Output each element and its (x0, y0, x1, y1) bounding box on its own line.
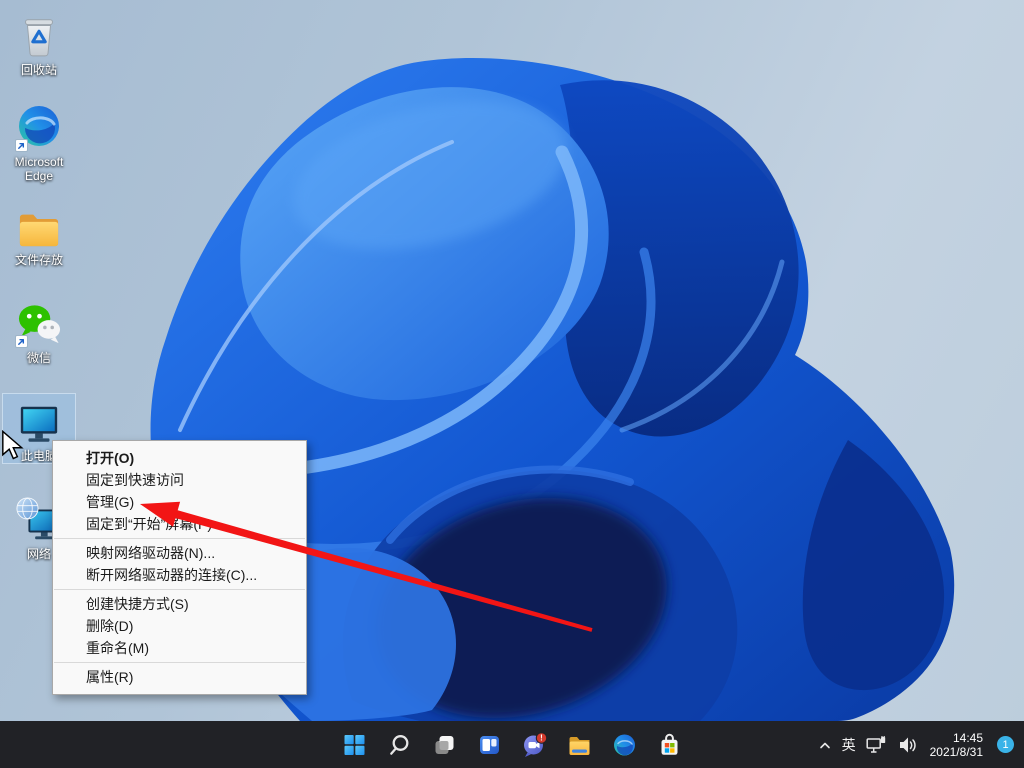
desktop-icon-label: Microsoft Edge (14, 155, 64, 183)
taskbar-center-group: ! (342, 721, 683, 768)
network-tray-icon[interactable] (866, 735, 888, 754)
system-tray: 英 14:45 2021/8/31 1 (818, 721, 1014, 768)
desktop-icon-files[interactable]: 文件存放 (3, 198, 75, 267)
menu-item-rename[interactable]: 重命名(M) (53, 637, 306, 659)
menu-item-pin-quick-access[interactable]: 固定到快速访问 (53, 469, 306, 491)
shortcut-arrow-icon (15, 335, 28, 348)
search-icon (390, 734, 409, 755)
language-indicator[interactable]: 英 (842, 735, 856, 755)
taskbar: ! 英 14:45 2021/8/31 1 (0, 721, 1024, 768)
task-view-button[interactable] (432, 732, 458, 758)
widgets-icon (480, 735, 499, 754)
folder-icon (3, 200, 75, 250)
volume-icon[interactable] (898, 736, 918, 754)
store-icon (661, 733, 678, 755)
desktop-icon-edge[interactable]: Microsoft Edge (3, 100, 75, 183)
clock[interactable]: 14:45 2021/8/31 (930, 731, 983, 759)
edge-icon (3, 102, 75, 152)
desktop-icon-label: 微信 (26, 351, 51, 365)
clock-date: 2021/8/31 (929, 744, 983, 759)
menu-item-properties[interactable]: 属性(R) (53, 666, 306, 688)
file-explorer-button[interactable] (567, 732, 593, 758)
menu-item-create-shortcut[interactable]: 创建快捷方式(S) (53, 593, 306, 615)
store-button[interactable] (657, 732, 683, 758)
widgets-button[interactable] (477, 732, 503, 758)
chat-icon: ! (524, 731, 548, 757)
context-menu: 打开(O) 固定到快速访问 管理(G) 固定到“开始”屏幕(P) 映射网络驱动器… (52, 440, 307, 695)
menu-item-disconnect-network-drive[interactable]: 断开网络驱动器的连接(C)... (53, 564, 306, 586)
this-pc-icon (3, 396, 75, 446)
desktop-icon-wechat[interactable]: 微信 (3, 296, 75, 365)
edge-icon (614, 734, 635, 755)
search-button[interactable] (387, 732, 413, 758)
edge-taskbar-button[interactable] (612, 732, 638, 758)
desktop-icon-recycle-bin[interactable]: 回收站 (3, 8, 75, 77)
chat-button[interactable]: ! (522, 731, 548, 758)
menu-item-map-network-drive[interactable]: 映射网络驱动器(N)... (53, 542, 306, 564)
windows-logo-icon (344, 734, 365, 755)
start-button[interactable] (342, 732, 368, 758)
notification-count-badge[interactable]: 1 (997, 736, 1014, 753)
menu-item-manage[interactable]: 管理(G) (53, 491, 306, 513)
wechat-icon (3, 298, 75, 348)
tray-chevron-up-icon[interactable] (818, 739, 832, 751)
menu-separator (54, 538, 305, 539)
menu-item-delete[interactable]: 删除(D) (53, 615, 306, 637)
menu-item-pin-to-start[interactable]: 固定到“开始”屏幕(P) (53, 513, 306, 535)
clock-time: 14:45 (952, 730, 983, 745)
menu-item-open[interactable]: 打开(O) (53, 447, 306, 469)
task-view-icon (435, 735, 454, 754)
desktop-icon-label: 回收站 (20, 63, 57, 77)
desktop-icon-label: 文件存放 (14, 253, 63, 267)
recycle-bin-icon (3, 10, 75, 60)
menu-separator (54, 589, 305, 590)
file-explorer-icon (569, 736, 590, 755)
shortcut-arrow-icon (15, 139, 28, 152)
chat-notification-badge: ! (540, 733, 543, 742)
menu-separator (54, 662, 305, 663)
